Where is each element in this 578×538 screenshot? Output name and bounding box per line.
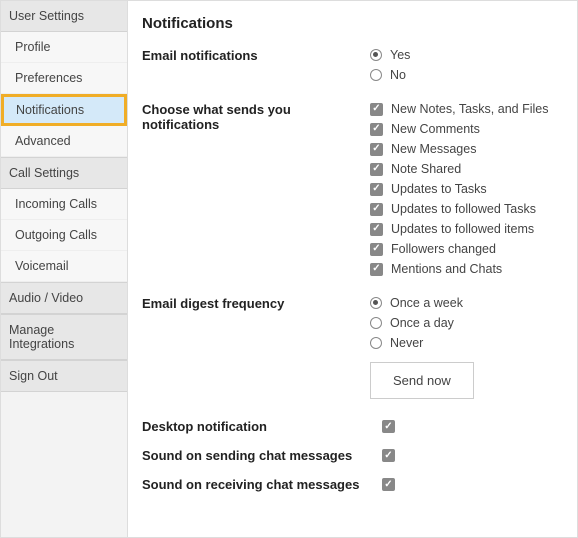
radio-option-never[interactable]: Never (370, 336, 559, 350)
sidebar-item-preferences[interactable]: Preferences (1, 63, 127, 94)
sidebar-item-advanced[interactable]: Advanced (1, 126, 127, 157)
checkbox-option[interactable]: Mentions and Chats (370, 262, 559, 276)
checkbox-label: Note Shared (391, 162, 461, 176)
page-title: Notifications (142, 15, 559, 32)
desktop-notification-label: Desktop notification (142, 419, 382, 434)
settings-window: User Settings Profile Preferences Notifi… (0, 0, 578, 538)
radio-icon (370, 317, 382, 329)
checkbox-option[interactable]: Note Shared (370, 162, 559, 176)
checkbox-option[interactable]: New Messages (370, 142, 559, 156)
sidebar-link-sign-out[interactable]: Sign Out (1, 360, 127, 392)
checkbox-icon (370, 103, 383, 116)
checkbox-label: Updates to Tasks (391, 182, 487, 196)
checkbox-icon (370, 223, 383, 236)
checkbox-icon (370, 163, 383, 176)
checkbox-option[interactable]: Updates to followed items (370, 222, 559, 236)
digest-row: Email digest frequency Once a week Once … (142, 296, 559, 399)
email-notifications-controls: Yes No (370, 48, 559, 82)
checkbox-icon (370, 183, 383, 196)
radio-label: Once a day (390, 316, 454, 330)
send-now-button[interactable]: Send now (370, 362, 474, 399)
radio-icon (370, 69, 382, 81)
sound-recv-row: Sound on receiving chat messages (142, 477, 559, 492)
choose-what-controls: New Notes, Tasks, and Files New Comments N… (370, 102, 559, 276)
digest-controls: Once a week Once a day Never Send now (370, 296, 559, 399)
choose-what-row: Choose what sends you notifications New … (142, 102, 559, 276)
radio-option-yes[interactable]: Yes (370, 48, 559, 62)
radio-icon (370, 337, 382, 349)
radio-label: No (390, 68, 406, 82)
radio-icon (370, 297, 382, 309)
sound-send-checkbox[interactable] (382, 449, 395, 462)
sound-recv-checkbox[interactable] (382, 478, 395, 491)
checkbox-icon (370, 143, 383, 156)
checkbox-label: New Notes, Tasks, and Files (391, 102, 548, 116)
checkbox-icon (370, 203, 383, 216)
choose-what-label: Choose what sends you notifications (142, 102, 370, 276)
sound-send-label: Sound on sending chat messages (142, 448, 382, 463)
sidebar-link-audio-video[interactable]: Audio / Video (1, 282, 127, 314)
checkbox-label: Updates to followed Tasks (391, 202, 536, 216)
digest-label: Email digest frequency (142, 296, 370, 399)
sidebar-link-manage-integrations[interactable]: Manage Integrations (1, 314, 127, 360)
sidebar-item-profile[interactable]: Profile (1, 32, 127, 63)
sound-send-row: Sound on sending chat messages (142, 448, 559, 463)
radio-label: Yes (390, 48, 410, 62)
radio-option-no[interactable]: No (370, 68, 559, 82)
checkbox-icon (370, 123, 383, 136)
checkbox-icon (370, 263, 383, 276)
desktop-notification-checkbox[interactable] (382, 420, 395, 433)
checkbox-option[interactable]: New Notes, Tasks, and Files (370, 102, 559, 116)
radio-label: Once a week (390, 296, 463, 310)
sidebar-item-outgoing-calls[interactable]: Outgoing Calls (1, 220, 127, 251)
checkbox-option[interactable]: Updates to Tasks (370, 182, 559, 196)
email-notifications-row: Email notifications Yes No (142, 48, 559, 82)
radio-option-once-week[interactable]: Once a week (370, 296, 559, 310)
email-notifications-label: Email notifications (142, 48, 370, 82)
checkbox-option[interactable]: New Comments (370, 122, 559, 136)
sidebar-item-incoming-calls[interactable]: Incoming Calls (1, 189, 127, 220)
checkbox-option[interactable]: Updates to followed Tasks (370, 202, 559, 216)
sidebar-section-call-settings: Call Settings (1, 157, 127, 189)
checkbox-label: New Comments (391, 122, 480, 136)
radio-icon (370, 49, 382, 61)
checkbox-label: Followers changed (391, 242, 496, 256)
radio-label: Never (390, 336, 423, 350)
sound-recv-label: Sound on receiving chat messages (142, 477, 382, 492)
radio-option-once-day[interactable]: Once a day (370, 316, 559, 330)
checkbox-label: Updates to followed items (391, 222, 534, 236)
checkbox-label: New Messages (391, 142, 476, 156)
checkbox-icon (370, 243, 383, 256)
sidebar-item-voicemail[interactable]: Voicemail (1, 251, 127, 282)
checkbox-label: Mentions and Chats (391, 262, 502, 276)
sidebar: User Settings Profile Preferences Notifi… (1, 1, 128, 537)
main-content: Notifications Email notifications Yes No… (128, 1, 577, 537)
sidebar-section-user-settings: User Settings (1, 1, 127, 32)
checkbox-option[interactable]: Followers changed (370, 242, 559, 256)
sidebar-item-notifications[interactable]: Notifications (1, 94, 127, 126)
desktop-notification-row: Desktop notification (142, 419, 559, 434)
